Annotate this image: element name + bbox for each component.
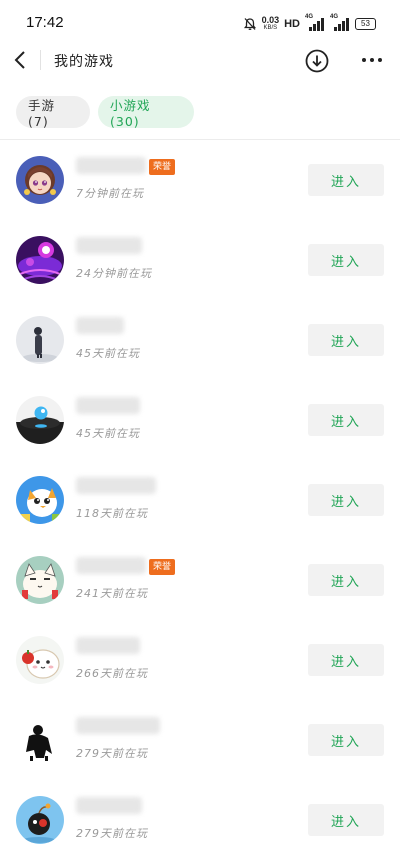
game-name [76, 557, 146, 574]
enter-button[interactable]: 进入 [308, 164, 384, 196]
game-name [76, 797, 142, 814]
cartoon-bird-icon [16, 476, 64, 524]
game-tag: 荣誉 [149, 559, 176, 575]
tab-mini-games[interactable]: 小游戏 (30) [98, 96, 194, 129]
dark-figure-icon [16, 316, 64, 364]
last-played: 279天前在玩 [76, 827, 148, 840]
last-played: 45天前在玩 [76, 427, 140, 440]
mute-bell-icon [243, 18, 256, 30]
last-played: 45天前在玩 [76, 347, 140, 360]
game-row[interactable]: 24分钟前在玩 进入 [0, 220, 400, 300]
game-list: 荣誉 7分钟前在玩 进入 24分钟前在玩 进入 45天前在玩 进入 45天前在玩… [0, 140, 400, 860]
game-row[interactable]: 279天前在玩 进入 [0, 700, 400, 780]
game-avatar [16, 476, 64, 524]
status-icons: 0.03 KB/S HD 4G 4G 53 [243, 14, 376, 34]
enter-button[interactable]: 进入 [308, 804, 384, 836]
page-title: 我的游戏 [54, 54, 114, 70]
cartoon-cat-icon [16, 556, 64, 604]
game-name [76, 397, 140, 414]
enter-button[interactable]: 进入 [308, 484, 384, 516]
more-button[interactable] [360, 50, 384, 70]
top-nav: 我的游戏 [0, 46, 400, 76]
game-avatar [16, 316, 64, 364]
silhouette-icon [16, 716, 64, 764]
last-played: 7分钟前在玩 [76, 187, 144, 200]
game-avatar [16, 236, 64, 284]
tab-mobile-games[interactable]: 手游 (7) [16, 96, 90, 129]
game-avatar [16, 716, 64, 764]
game-row[interactable]: 279天前在玩 进入 [0, 780, 400, 860]
game-row[interactable]: 118天前在玩 进入 [0, 460, 400, 540]
ball-jump-icon [16, 396, 64, 444]
enter-button[interactable]: 进入 [308, 324, 384, 356]
category-tabs: 手游 (7) 小游戏 (30) [16, 96, 194, 129]
bomb-bird-icon [16, 796, 64, 844]
last-played: 266天前在玩 [76, 667, 148, 680]
status-bar: 17:42 0.03 KB/S HD 4G 4G 53 [0, 0, 400, 46]
enter-button[interactable]: 进入 [308, 404, 384, 436]
hd-indicator: HD [284, 18, 300, 30]
game-name [76, 157, 146, 174]
game-avatar [16, 556, 64, 604]
cartoon-hamster-icon [16, 636, 64, 684]
enter-button[interactable]: 进入 [308, 644, 384, 676]
last-played: 279天前在玩 [76, 747, 148, 760]
back-button[interactable] [10, 48, 32, 72]
download-circle-icon [305, 49, 329, 73]
battery-icon: 53 [355, 18, 376, 30]
anime-girl-icon [16, 156, 64, 204]
game-name [76, 317, 124, 334]
last-played: 241天前在玩 [76, 587, 148, 600]
game-name [76, 477, 156, 494]
game-avatar [16, 156, 64, 204]
game-row[interactable]: 266天前在玩 进入 [0, 620, 400, 700]
header-divider [40, 50, 41, 70]
game-row[interactable]: 荣誉 241天前在玩 进入 [0, 540, 400, 620]
music-tiles-icon [16, 236, 64, 284]
game-row[interactable]: 荣誉 7分钟前在玩 进入 [0, 140, 400, 220]
game-avatar [16, 796, 64, 844]
signal-icon-1: 4G [305, 14, 325, 31]
game-name [76, 237, 142, 254]
download-button[interactable] [304, 48, 330, 74]
last-played: 24分钟前在玩 [76, 267, 152, 280]
game-tag: 荣誉 [149, 159, 176, 175]
status-time: 17:42 [26, 14, 64, 31]
game-row[interactable]: 45天前在玩 进入 [0, 380, 400, 460]
enter-button[interactable]: 进入 [308, 564, 384, 596]
chevron-left-icon [14, 51, 25, 69]
enter-button[interactable]: 进入 [308, 724, 384, 756]
signal-icon-2: 4G [330, 14, 350, 31]
game-avatar [16, 396, 64, 444]
network-speed: 0.03 KB/S [262, 16, 280, 32]
last-played: 118天前在玩 [76, 507, 148, 520]
game-name [76, 717, 160, 734]
game-avatar [16, 636, 64, 684]
game-name [76, 637, 140, 654]
net-speed-unit: KB/S [263, 25, 278, 31]
game-row[interactable]: 45天前在玩 进入 [0, 300, 400, 380]
more-dots-icon [362, 58, 382, 62]
enter-button[interactable]: 进入 [308, 244, 384, 276]
net-speed-value: 0.03 [261, 15, 280, 25]
